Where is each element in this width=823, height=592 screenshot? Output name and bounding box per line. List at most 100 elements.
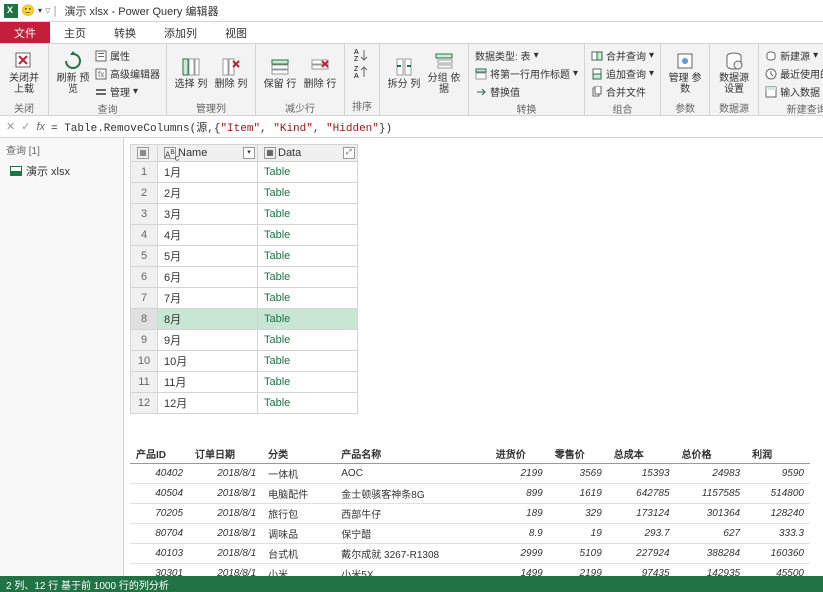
formula-text[interactable]: = Table.RemoveColumns(源,{"Item", "Kind",… [51,119,392,135]
firstrow-header-button[interactable]: 将第一行用作标题 ▾ [475,65,578,82]
preview-header-profit[interactable]: 利润 [746,444,810,464]
cell-name[interactable]: 5月 [158,246,258,267]
cell-data-link[interactable]: Table [258,183,358,204]
grid-row[interactable]: 5 5月 Table [131,246,358,267]
new-source-button[interactable]: 新建源 ▾ [765,47,823,64]
remove-columns-button[interactable]: 删除 列 [213,47,249,99]
groupby-button[interactable]: 分组 依据 [426,47,462,99]
sort-desc-button[interactable]: ZA [354,64,370,80]
grid-row[interactable]: 10 10月 Table [131,351,358,372]
split-column-button[interactable]: 拆分 列 [386,47,422,99]
cell-data-link[interactable]: Table [258,393,358,414]
remove-rows-button[interactable]: 删除 行 [302,47,338,99]
cell-data-link[interactable]: Table [258,267,358,288]
grid-row[interactable]: 1 1月 Table [131,162,358,183]
select-columns-button[interactable]: 选择 列 [173,47,209,99]
query-item[interactable]: 演示 xlsx [6,161,117,181]
preview-row[interactable]: 401032018/8/1台式机戴尔成就 3267-R1308299951092… [130,544,810,564]
grid-row[interactable]: 7 7月 Table [131,288,358,309]
preview-header-name[interactable]: 产品名称 [335,444,489,464]
grid-row[interactable]: 6 6月 Table [131,267,358,288]
grid-row[interactable]: 3 3月 Table [131,204,358,225]
preview-header-totprice[interactable]: 总价格 [676,444,747,464]
row-number[interactable]: 9 [131,330,158,351]
grid-row[interactable]: 2 2月 Table [131,183,358,204]
row-number[interactable]: 5 [131,246,158,267]
preview-header-id[interactable]: 产品ID [130,444,189,464]
cell-data-link[interactable]: Table [258,330,358,351]
row-number[interactable]: 8 [131,309,158,330]
expand-icon[interactable]: ⤢ [343,147,355,159]
merge-queries-button[interactable]: 合并查询 ▾ [591,47,654,64]
cell-name[interactable]: 1月 [158,162,258,183]
filter-dropdown-icon[interactable]: ▾ [243,147,255,159]
cell-data-link[interactable]: Table [258,246,358,267]
cell-name[interactable]: 6月 [158,267,258,288]
grid-row[interactable]: 9 9月 Table [131,330,358,351]
advanced-editor-button[interactable]: fx高级编辑器 [95,65,160,82]
cell-data-link[interactable]: Table [258,225,358,246]
preview-header-date[interactable]: 订单日期 [189,444,262,464]
preview-row[interactable]: 303012018/8/1小米小米5X149921999743514293545… [130,564,810,576]
cell-name[interactable]: 10月 [158,351,258,372]
enter-data-button[interactable]: 输入数据 [765,83,823,100]
col-header-data[interactable]: ▦Data⤢ [258,145,358,162]
cell-data-link[interactable]: Table [258,351,358,372]
cell-data-link[interactable]: Table [258,372,358,393]
close-load-button[interactable]: 关闭并 上载 [6,47,42,99]
row-number[interactable]: 10 [131,351,158,372]
formula-cancel-icon[interactable]: ✕ [6,120,15,133]
preview-row[interactable]: 404022018/8/1一体机AOC219935691539324983959… [130,464,810,484]
tab-transform[interactable]: 转换 [100,22,150,43]
row-number[interactable]: 3 [131,204,158,225]
grid-row[interactable]: 11 11月 Table [131,372,358,393]
cell-name[interactable]: 2月 [158,183,258,204]
datasource-settings-button[interactable]: 数据源 设置 [716,47,752,99]
sort-asc-button[interactable]: AZ [354,47,370,63]
cell-data-link[interactable]: Table [258,204,358,225]
cell-name[interactable]: 12月 [158,393,258,414]
cell-data-link[interactable]: Table [258,288,358,309]
cell-data-link[interactable]: Table [258,162,358,183]
cell-name[interactable]: 4月 [158,225,258,246]
cell-name[interactable]: 3月 [158,204,258,225]
grid-row[interactable]: 8 8月 Table [131,309,358,330]
tab-file[interactable]: 文件 [0,22,50,43]
row-number[interactable]: 1 [131,162,158,183]
grid-row[interactable]: 4 4月 Table [131,225,358,246]
preview-header-totcost[interactable]: 总成本 [608,444,676,464]
col-header-name[interactable]: ABCName▾ [158,145,258,162]
properties-button[interactable]: 属性 [95,47,160,64]
manage-button[interactable]: 管理 ▾ [95,83,160,100]
row-number[interactable]: 11 [131,372,158,393]
keep-rows-button[interactable]: 保留 行 [262,47,298,99]
formula-accept-icon[interactable]: ✓ [21,120,30,133]
row-number[interactable]: 4 [131,225,158,246]
replace-values-button[interactable]: 替换值 [475,83,578,100]
append-queries-button[interactable]: 追加查询 ▾ [591,65,654,82]
preview-header-cost[interactable]: 进货价 [490,444,549,464]
row-number[interactable]: 12 [131,393,158,414]
refresh-preview-button[interactable]: 刷新 预览 [55,47,91,99]
preview-row[interactable]: 405042018/8/1电脑配件金士顿骇客神条8G89916196427851… [130,484,810,504]
recent-sources-button[interactable]: 最近使用的源 ▾ [765,65,823,82]
cell-name[interactable]: 11月 [158,372,258,393]
preview-header-price[interactable]: 零售价 [549,444,608,464]
combine-files-button[interactable]: 合并文件 [591,83,654,100]
cell-name[interactable]: 7月 [158,288,258,309]
manage-params-button[interactable]: 管理 参数 [667,47,703,99]
tab-addcolumn[interactable]: 添加列 [150,22,211,43]
dropdown-icon[interactable]: ▾ [38,6,42,15]
preview-row[interactable]: 807042018/8/1调味品保宁醋8.919293.7627333.3 [130,524,810,544]
cell-data-link[interactable]: Table [258,309,358,330]
corner-cell[interactable]: ▦ [131,145,158,162]
row-number[interactable]: 2 [131,183,158,204]
row-number[interactable]: 7 [131,288,158,309]
fx-icon[interactable]: fx [36,121,45,133]
datatype-button[interactable]: 数据类型: 表 ▾ [475,47,578,64]
grid-row[interactable]: 12 12月 Table [131,393,358,414]
row-number[interactable]: 6 [131,267,158,288]
preview-row[interactable]: 702052018/8/1旅行包西部牛仔18932917312430136412… [130,504,810,524]
preview-header-cat[interactable]: 分类 [262,444,335,464]
tab-view[interactable]: 视图 [211,22,261,43]
